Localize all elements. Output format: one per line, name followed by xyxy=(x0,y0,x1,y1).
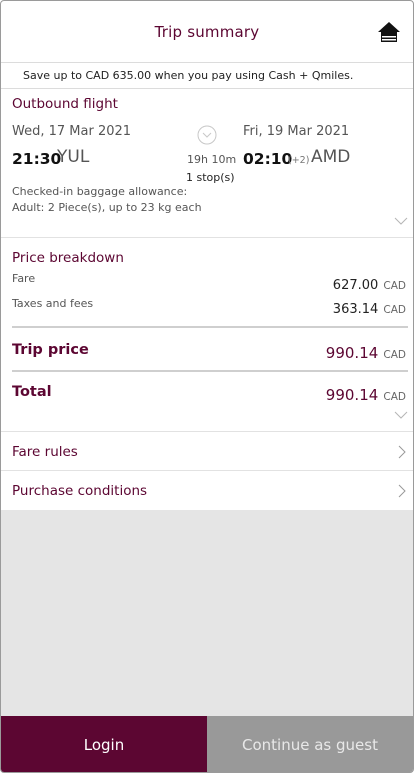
arrival-time: 02:10 xyxy=(243,150,293,168)
continue-as-guest-button[interactable]: Continue as guest xyxy=(207,716,413,772)
flight-stops: 1 stop(s) xyxy=(186,171,235,184)
trip-price-currency: CAD xyxy=(383,349,406,361)
flight-duration: 19h 10m xyxy=(187,153,237,166)
total-separator xyxy=(12,370,408,372)
fare-rules-label: Fare rules xyxy=(12,444,78,460)
departure-airport-code: YUL xyxy=(57,147,90,167)
login-button[interactable]: Login xyxy=(1,716,207,772)
baggage-label: Checked-in baggage allowance: xyxy=(12,185,188,198)
page-title: Trip summary xyxy=(154,22,260,41)
fare-label: Fare xyxy=(12,272,36,285)
arrival-date: Fri, 19 Mar 2021 xyxy=(243,124,350,139)
purchase-conditions-label: Purchase conditions xyxy=(12,483,148,499)
trip-price-amount: 990.14 xyxy=(325,344,379,362)
baggage-value: Adult: 2 Piece(s), up to 23 kg each xyxy=(12,201,202,214)
arrival-airport-code: AMD xyxy=(311,147,351,167)
taxes-amount: 363.14 xyxy=(332,302,379,317)
chevron-right-icon xyxy=(398,445,406,459)
price-breakdown-title: Price breakdown xyxy=(12,250,124,266)
chevron-right-icon xyxy=(398,484,406,498)
promo-banner: Save up to CAD 635.00 when you pay using… xyxy=(1,63,413,89)
trip-price-value: 990.14 CAD xyxy=(326,343,406,362)
purchase-conditions-link[interactable]: Purchase conditions xyxy=(1,471,413,511)
price-separator xyxy=(12,326,408,328)
fare-value: 627.00 CAD xyxy=(333,274,406,293)
total-amount: 990.14 xyxy=(325,386,379,404)
outbound-flight-title: Outbound flight xyxy=(12,96,118,112)
trip-summary-screen: Trip summary Save up to CAD 635.00 when … xyxy=(0,0,414,773)
fare-rules-link[interactable]: Fare rules xyxy=(1,432,413,472)
fare-currency: CAD xyxy=(383,280,406,292)
divider xyxy=(1,237,413,238)
chevron-down-icon[interactable] xyxy=(394,411,408,420)
taxes-currency: CAD xyxy=(383,304,406,316)
arrival-day-offset: (+2) xyxy=(288,155,310,166)
total-currency: CAD xyxy=(383,391,406,403)
total-label: Total xyxy=(12,384,52,400)
fare-amount: 627.00 xyxy=(332,278,379,293)
empty-area xyxy=(1,510,413,716)
departure-time: 21:30 xyxy=(12,150,62,168)
departure-date: Wed, 17 Mar 2021 xyxy=(12,124,132,139)
taxes-label: Taxes and fees xyxy=(12,297,94,310)
header-bar: Trip summary xyxy=(1,1,413,63)
taxes-value: 363.14 CAD xyxy=(333,298,406,317)
home-icon[interactable] xyxy=(377,21,401,43)
total-value: 990.14 CAD xyxy=(326,385,406,404)
chevron-down-icon[interactable] xyxy=(394,217,408,226)
chevron-down-circle-icon xyxy=(197,125,217,145)
trip-price-label: Trip price xyxy=(12,342,89,358)
